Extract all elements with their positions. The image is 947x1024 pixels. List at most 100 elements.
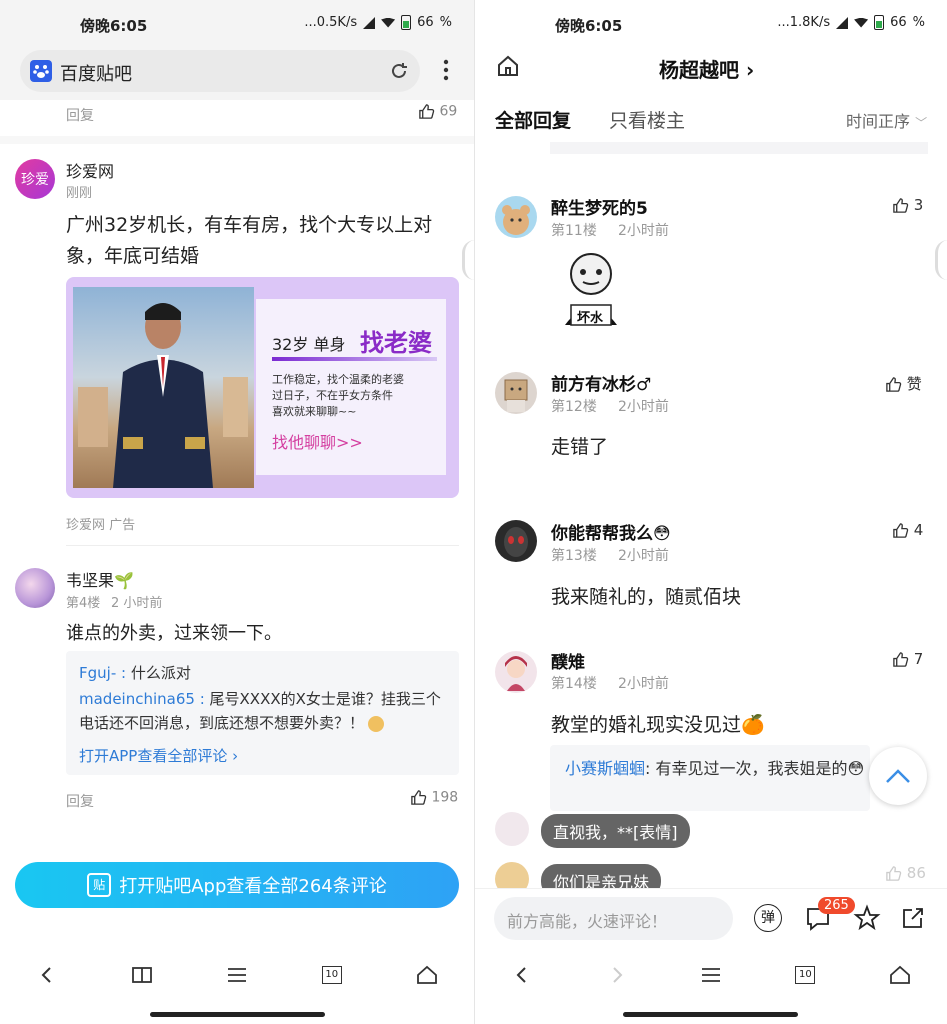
post-author[interactable]: 前方有冰杉♂ (551, 370, 651, 395)
reply-link[interactable]: 回复 (66, 791, 94, 811)
chevron-up-icon (886, 769, 910, 783)
network-speed: ...1.8K/s (777, 15, 831, 30)
like-button[interactable]: 7 (892, 650, 923, 668)
status-time: 傍晚6:05 (80, 17, 148, 35)
comment-input[interactable]: 前方高能，火速评论！ (494, 897, 733, 940)
ad-card[interactable]: 32岁 单身 找老婆 工作稳定，找个温柔的老婆 过日子，不在乎女方条件 喜欢就来… (66, 277, 459, 498)
comment-placeholder: 前方高能，火速评论！ (507, 912, 668, 931)
tab-owner-only[interactable]: 只看楼主 (609, 106, 685, 133)
back-icon[interactable] (25, 953, 69, 997)
edge-handle (935, 240, 947, 280)
open-app-link[interactable]: 打开APP查看全部评论 › (79, 745, 238, 766)
refresh-icon[interactable] (388, 60, 410, 86)
post-avatar[interactable] (495, 196, 537, 238)
tabs-count: 10 (795, 966, 816, 984)
post-floor: 第4楼 (66, 596, 101, 611)
sort-dropdown[interactable]: 时间正序 ﹀ (846, 108, 927, 132)
ad-card-body-3: 喜欢就来聊聊~~ (272, 405, 357, 418)
forum-title[interactable]: 杨超越吧 › (659, 54, 754, 83)
sub-reply-user[interactable]: Fguj- (79, 664, 116, 682)
ad-card-cta[interactable]: 找他聊聊>> (272, 429, 363, 453)
like-button[interactable]: 3 (892, 196, 923, 214)
tabs-icon[interactable]: 10 (310, 953, 354, 997)
post-author[interactable]: 韦坚果🌱 (66, 567, 134, 591)
network-speed: ...0.5K/s (304, 15, 358, 30)
post-time: 2小时前 (618, 223, 669, 239)
battery-level: 66 (417, 15, 434, 30)
like-button[interactable]: 4 (892, 521, 923, 539)
home-indicator (623, 1012, 798, 1017)
status-icons: ...0.5K/s 66% (304, 15, 452, 30)
like-button[interactable]: 69 (418, 103, 457, 120)
post-text: 教堂的婚礼现实没见过🍊 (551, 714, 765, 736)
post-time: 2小时前 (618, 399, 669, 415)
like-button[interactable]: 198 (410, 789, 458, 806)
comment-count-badge: 265 (818, 897, 855, 914)
menu-icon[interactable] (689, 953, 733, 997)
thumb-up-icon (419, 104, 435, 119)
sig-icon (363, 16, 376, 29)
status-time: 傍晚6:05 (555, 17, 623, 35)
sub-reply-user[interactable]: madeinchina65 (79, 690, 195, 708)
post-author[interactable]: 醉生梦死的5 (551, 194, 648, 219)
post-text: 走错了 (551, 436, 609, 458)
tab-all-replies[interactable]: 全部回复 (495, 106, 571, 133)
browser-bottom-nav: 10 (0, 948, 474, 1002)
ad-card-body-1: 工作稳定，找个温柔的老婆 (272, 373, 404, 386)
like-count: 3 (913, 196, 924, 214)
battery-level: 66 (890, 15, 907, 30)
like-count: 赞 (906, 375, 922, 393)
sub-reply-content: 小赛斯蝈蝈: 有幸见过一次，我表姐是的😳 (565, 759, 865, 778)
reply-link[interactable]: 回复 (66, 105, 94, 125)
share-icon[interactable] (899, 904, 927, 936)
status-bar: 傍晚6:05 ...1.8K/s 66% (475, 0, 947, 52)
ad-card-head: 32岁 单身 (272, 335, 346, 354)
post-avatar[interactable] (495, 651, 537, 693)
post-avatar[interactable] (15, 568, 55, 608)
ad-avatar[interactable]: 珍爱 (15, 159, 55, 199)
ad-card-underline (272, 357, 437, 361)
like-count: 69 (439, 103, 458, 120)
post-avatar[interactable] (495, 520, 537, 562)
wifi-icon (854, 17, 869, 28)
bookmarks-icon[interactable] (120, 953, 164, 997)
grin-emoji-icon (368, 715, 385, 732)
post-time: 2 小时前 (111, 596, 163, 611)
cta-label: 打开贴吧App查看全部264条评论 (119, 876, 387, 897)
scroll-top-button[interactable] (869, 747, 927, 805)
danmu-toggle-button[interactable]: 弹 (754, 904, 782, 932)
browser-title: 百度贴吧 (60, 64, 132, 85)
like-count: 198 (431, 789, 459, 806)
forward-icon[interactable] (595, 953, 639, 997)
ad-author[interactable]: 珍爱网 (66, 158, 114, 182)
like-count: 7 (913, 650, 924, 668)
sub-reply: 小赛斯蝈蝈: 有幸见过一次，我表姐是的😳 (550, 745, 870, 811)
left-panel: 傍晚6:05 ...0.5K/s 66% 百度贴吧 回复 69 珍爱 珍爱网 刚… (0, 0, 474, 1024)
wifi-icon (381, 17, 396, 28)
home-icon[interactable] (496, 54, 520, 82)
tabs-icon[interactable]: 10 (783, 953, 827, 997)
home-icon[interactable] (878, 953, 922, 997)
like-count: 4 (913, 521, 924, 539)
more-menu-icon[interactable] (440, 58, 452, 86)
post-floor: 第13楼 (551, 548, 597, 564)
thumb-up-icon (411, 790, 427, 805)
sub-reply-user[interactable]: 小赛斯蝈蝈 (565, 759, 645, 778)
sub-reply-text: 什么派对 (130, 664, 191, 682)
sticker-text: 坏水 (577, 311, 604, 326)
home-indicator (150, 1012, 325, 1017)
post-author[interactable]: 醭雉 (551, 648, 585, 673)
address-bar[interactable]: 百度贴吧 (20, 50, 420, 92)
home-icon[interactable] (405, 953, 449, 997)
ad-info-box: 32岁 单身 找老婆 工作稳定，找个温柔的老婆 过日子，不在乎女方条件 喜欢就来… (256, 299, 446, 475)
thumb-up-icon (886, 377, 902, 392)
post-author[interactable]: 你能帮帮我么😳 (551, 519, 671, 544)
open-app-cta-button[interactable]: 贴 打开贴吧App查看全部264条评论 (15, 862, 459, 908)
avatar-text: 珍爱 (21, 172, 49, 188)
ad-photo (73, 287, 254, 488)
post-avatar[interactable] (495, 372, 537, 414)
like-button[interactable]: 赞 (885, 373, 922, 394)
star-icon[interactable] (853, 904, 881, 936)
menu-icon[interactable] (215, 953, 259, 997)
back-icon[interactable] (500, 953, 544, 997)
